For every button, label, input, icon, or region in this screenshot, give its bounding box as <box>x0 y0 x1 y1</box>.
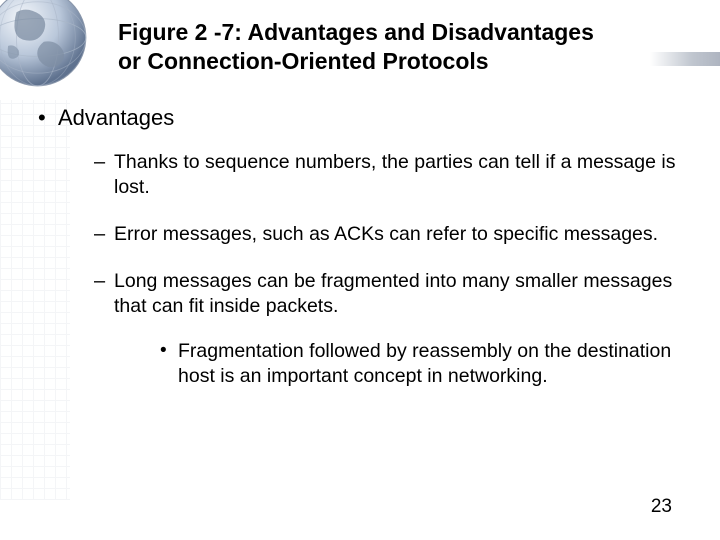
list-item: Advantages Thanks to sequence numbers, t… <box>38 104 690 389</box>
list-item: Thanks to sequence numbers, the parties … <box>94 150 690 200</box>
list-item: Long messages can be fragmented into man… <box>94 269 690 389</box>
bullet-text: Fragmentation followed by reassembly on … <box>178 340 671 387</box>
title-line-1: Figure 2 -7: Advantages and Disadvantage… <box>118 19 594 45</box>
title-line-2: or Connection-Oriented Protocols <box>118 48 489 74</box>
slide: Figure 2 -7: Advantages and Disadvantage… <box>0 0 720 540</box>
bullet-text: Thanks to sequence numbers, the parties … <box>114 151 675 198</box>
bullet-list-level-2: Thanks to sequence numbers, the parties … <box>58 150 690 389</box>
list-item: Fragmentation followed by reassembly on … <box>160 339 690 389</box>
page-number: 23 <box>651 496 672 518</box>
bullet-text: Long messages can be fragmented into man… <box>114 270 672 317</box>
bullet-list-level-3: Fragmentation followed by reassembly on … <box>114 339 690 389</box>
bullet-text: Advantages <box>58 105 174 130</box>
bullet-list-level-1: Advantages Thanks to sequence numbers, t… <box>30 104 690 389</box>
list-item: Error messages, such as ACKs can refer t… <box>94 222 690 247</box>
slide-title: Figure 2 -7: Advantages and Disadvantage… <box>118 18 680 76</box>
bullet-text: Error messages, such as ACKs can refer t… <box>114 223 658 245</box>
